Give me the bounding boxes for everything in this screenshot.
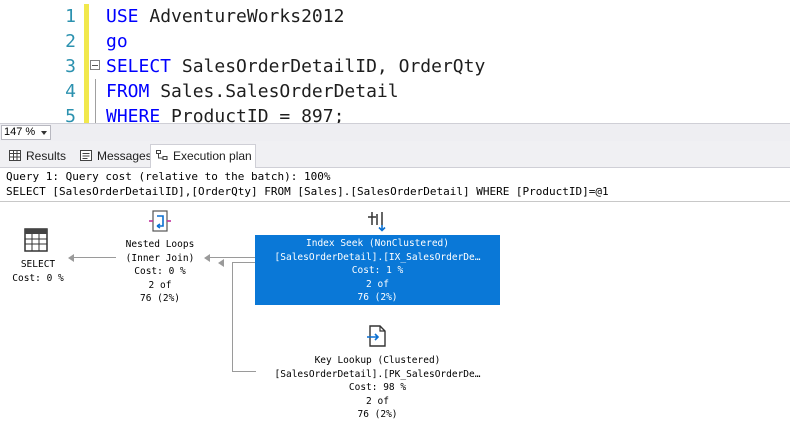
plan-node-key-lookup[interactable]: Key Lookup (Clustered) [SalesOrderDetail… xyxy=(255,354,500,422)
change-indicator xyxy=(84,79,89,104)
plan-node-select[interactable]: SELECT Cost: 0 % xyxy=(0,258,76,285)
node-cost: Cost: 1 % xyxy=(351,265,404,276)
code-keyword: FROM xyxy=(106,81,150,102)
execution-plan-icon xyxy=(156,150,168,160)
node-name: Nested Loops xyxy=(125,239,195,250)
code-text: SalesOrderDetailID, OrderQty xyxy=(171,56,486,77)
query-editor[interactable]: 1 USE AdventureWorks2012 2 go 3 SELECT S… xyxy=(0,0,790,123)
node-cost: Cost: 0 % xyxy=(12,272,64,284)
arrow-left-icon xyxy=(218,259,224,267)
code-line-3[interactable]: 3 SELECT SalesOrderDetailID, OrderQty xyxy=(0,54,790,79)
code-text: AdventureWorks2012 xyxy=(138,6,345,27)
zoom-dropdown[interactable]: 147 % xyxy=(1,125,51,140)
code-text: ProductID = 897; xyxy=(160,106,345,123)
code-text: Sales.SalesOrderDetail xyxy=(149,81,399,102)
node-cost: Cost: 0 % xyxy=(134,266,186,277)
code-line-2[interactable]: 2 go xyxy=(0,29,790,54)
node-rows-total: 76 (2%) xyxy=(357,409,398,420)
node-rows-total: 76 (2%) xyxy=(139,293,181,304)
code-keyword: USE xyxy=(106,6,139,27)
node-cost: Cost: 98 % xyxy=(348,382,407,393)
node-rows: 2 of xyxy=(366,395,389,407)
fold-guide xyxy=(95,79,96,123)
tab-label: Messages xyxy=(97,149,152,163)
divider xyxy=(0,201,790,202)
query-cost: Query 1: Query cost (relative to the bat… xyxy=(6,170,331,183)
messages-icon xyxy=(80,150,92,161)
code-keyword: WHERE xyxy=(106,106,161,123)
node-name: Index Seek (NonClustered) xyxy=(306,238,449,249)
tab-results[interactable]: Results xyxy=(4,145,68,167)
node-name: Key Lookup (Clustered) xyxy=(314,355,441,366)
results-tabs: Results Messages Execution plan xyxy=(0,141,790,168)
zoom-value: 147 % xyxy=(4,126,36,138)
grid-icon xyxy=(9,150,21,161)
change-indicator xyxy=(84,29,89,54)
node-name: SELECT xyxy=(20,259,56,270)
plan-node-nested-loops[interactable]: Nested Loops (Inner Join) Cost: 0 % 2 of… xyxy=(104,238,216,306)
index-seek-icon[interactable] xyxy=(366,209,388,233)
nested-loops-icon[interactable] xyxy=(148,209,172,233)
node-object: [SalesOrderDetail].[IX_SalesOrderDe… xyxy=(274,251,481,263)
change-indicator xyxy=(84,104,89,123)
code-line-4[interactable]: 4 FROM Sales.SalesOrderDetail xyxy=(0,79,790,104)
node-subtitle: (Inner Join) xyxy=(125,252,195,264)
change-indicator xyxy=(84,4,89,29)
collapse-toggle-icon[interactable] xyxy=(90,60,100,70)
code-line-1[interactable]: 1 USE AdventureWorks2012 xyxy=(0,4,790,29)
code-keyword: SELECT xyxy=(106,56,172,77)
zoom-bar: 147 % xyxy=(0,123,790,141)
code-keyword: go xyxy=(106,31,128,52)
chevron-down-icon xyxy=(41,131,47,135)
node-object: [SalesOrderDetail].[PK_SalesOrderDe… xyxy=(274,368,481,380)
line-number: 1 xyxy=(65,6,76,27)
select-operator-icon[interactable] xyxy=(24,228,48,252)
connector-line xyxy=(232,371,256,372)
node-rows-total: 76 (2%) xyxy=(357,292,398,303)
node-rows: 2 of xyxy=(366,278,389,290)
plan-node-index-seek[interactable]: Index Seek (NonClustered) [SalesOrderDet… xyxy=(255,235,500,305)
tab-messages[interactable]: Messages xyxy=(75,145,152,167)
tab-execution-plan[interactable]: Execution plan xyxy=(150,144,256,168)
node-rows: 2 of xyxy=(148,279,172,291)
connector-line xyxy=(232,262,233,372)
code-line-5[interactable]: 5 WHERE ProductID = 897; xyxy=(0,104,790,123)
change-indicator xyxy=(84,54,89,79)
query-text: SELECT [SalesOrderDetailID],[OrderQty] F… xyxy=(6,185,609,198)
line-number: 3 xyxy=(65,56,76,77)
line-number: 2 xyxy=(65,31,76,52)
connector-line xyxy=(232,262,256,263)
tab-label: Results xyxy=(26,149,67,163)
line-number: 4 xyxy=(65,81,76,102)
line-number: 5 xyxy=(65,106,76,123)
key-lookup-icon[interactable] xyxy=(366,324,388,348)
tab-label: Execution plan xyxy=(173,149,252,163)
